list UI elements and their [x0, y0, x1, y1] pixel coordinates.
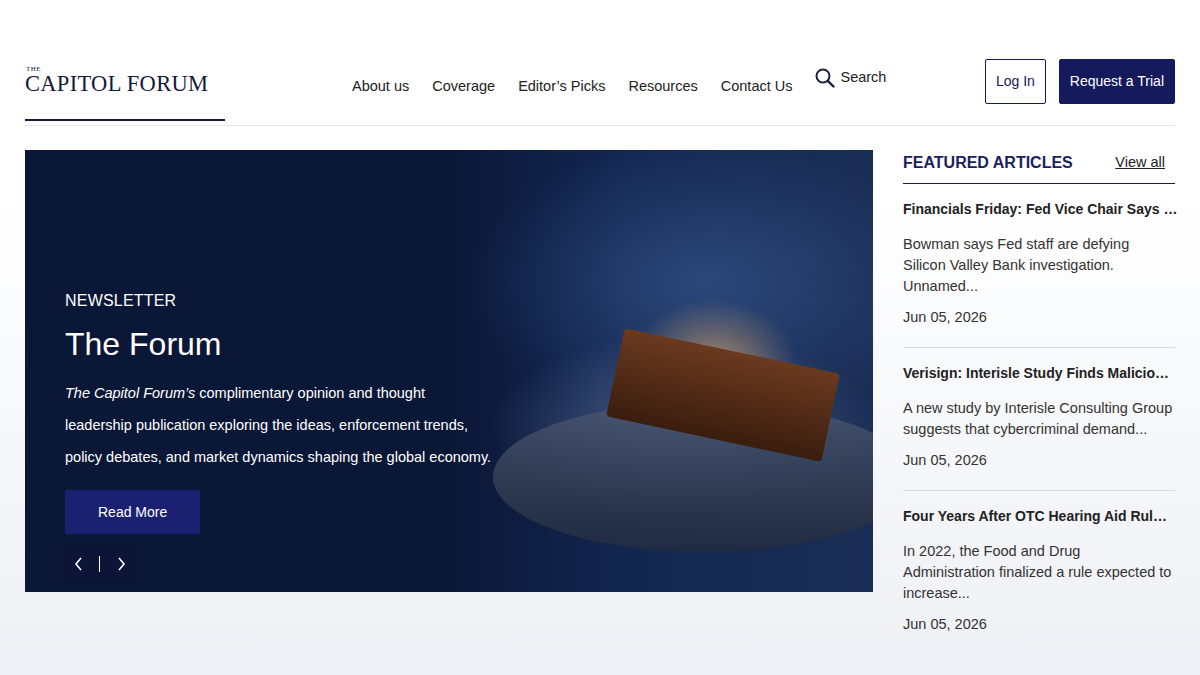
article-title[interactable]: Financials Friday: Fed Vice Chair Says … — [903, 199, 1175, 220]
nav-link[interactable]: Coverage — [432, 76, 495, 98]
header-actions: Log In Request a Trial — [985, 59, 1175, 125]
search-icon — [815, 68, 835, 88]
main-content: NEWSLETTER The Forum The Capitol Forum’s… — [25, 150, 1175, 653]
logo-small-text: THE — [26, 66, 225, 73]
nav-link[interactable]: Resources — [628, 76, 697, 98]
article-excerpt: Bowman says Fed staff are defying Silico… — [903, 234, 1175, 297]
carousel-controls — [65, 545, 135, 583]
view-all-link[interactable]: View all — [1115, 152, 1165, 174]
featured-title: FEATURED ARTICLES — [903, 151, 1073, 175]
hero-photo — [453, 150, 873, 592]
article-excerpt: A new study by Interisle Consulting Grou… — [903, 398, 1175, 440]
hero-content: NEWSLETTER The Forum The Capitol Forum’s… — [25, 150, 495, 592]
login-button[interactable]: Log In — [985, 59, 1046, 104]
article-title[interactable]: Verisign: Interisle Study Finds Malicio… — [903, 363, 1175, 384]
hero-eyebrow: NEWSLETTER — [65, 289, 495, 313]
next-arrow-icon[interactable] — [114, 556, 128, 572]
nav-link[interactable]: About us — [352, 76, 409, 98]
article-item[interactable]: Four Years After OTC Hearing Aid Rul… In … — [903, 491, 1175, 654]
prev-arrow-icon[interactable] — [72, 556, 86, 572]
nav-link[interactable]: Contact Us — [721, 76, 793, 98]
article-excerpt: In 2022, the Food and Drug Administratio… — [903, 541, 1175, 604]
search-label: Search — [840, 67, 886, 89]
featured-articles: FEATURED ARTICLES View all Financials Fr… — [903, 150, 1175, 653]
logo-name: CAPITOL FORUM — [25, 73, 225, 96]
site-logo[interactable]: THE CAPITOL FORUM — [25, 66, 225, 121]
read-more-button[interactable]: Read More — [65, 490, 200, 534]
article-item[interactable]: Verisign: Interisle Study Finds Malicio…… — [903, 348, 1175, 491]
hero-description-em: The Capitol Forum’s — [65, 385, 195, 401]
hero-carousel: NEWSLETTER The Forum The Capitol Forum’s… — [25, 150, 873, 592]
article-date: Jun 05, 2026 — [903, 450, 1175, 472]
hero-description: The Capitol Forum’s complimentary opinio… — [65, 377, 495, 473]
nav-link[interactable]: Editor’s Picks — [518, 76, 605, 98]
site-header: THE CAPITOL FORUM About us Coverage Editor… — [25, 0, 1175, 126]
search-button[interactable]: Search — [815, 67, 886, 89]
request-trial-button[interactable]: Request a Trial — [1059, 59, 1175, 104]
article-title[interactable]: Four Years After OTC Hearing Aid Rul… — [903, 506, 1175, 527]
article-date: Jun 05, 2026 — [903, 614, 1175, 636]
hero-title: The Forum — [65, 325, 495, 363]
main-nav: About us Coverage Editor’s Picks Resources C… — [352, 76, 886, 125]
article-date: Jun 05, 2026 — [903, 307, 1175, 329]
article-item[interactable]: Financials Friday: Fed Vice Chair Says …… — [903, 184, 1175, 348]
